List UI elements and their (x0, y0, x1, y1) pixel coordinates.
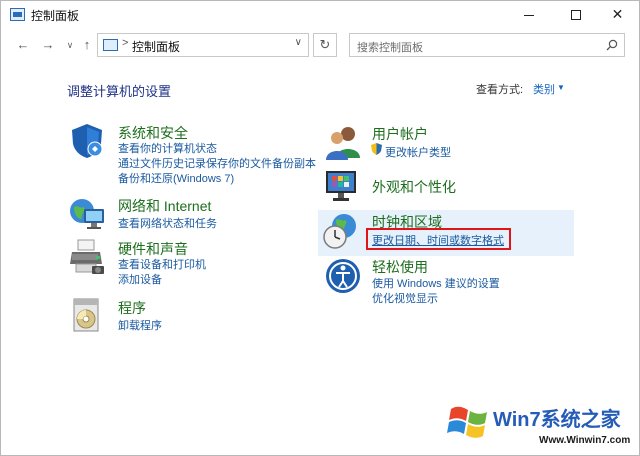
site-watermark: Win7系统之家 Www.Winwin7.com (447, 397, 637, 455)
up-button[interactable]: ↑ (78, 36, 96, 54)
control-panel-icon (103, 39, 118, 51)
breadcrumb-separator[interactable]: > (122, 37, 128, 49)
minimize-button[interactable] (506, 1, 551, 29)
control-panel-window: 控制面板 ✕ ← → ∨ ↑ > 控制面板 ∨ ↻ 搜索控制面板 调整计算机的设… (0, 0, 640, 456)
watermark-url: Www.Winwin7.com (539, 435, 631, 446)
category-system-security: 系统和安全 查看你的计算机状态 通过文件历史记录保存你的文件备份副本 备份和还原… (68, 122, 316, 192)
clock-globe-icon[interactable] (322, 212, 360, 250)
category-title-programs[interactable]: 程序 (118, 298, 146, 318)
uac-shield-icon (371, 143, 382, 155)
programs-disc-icon[interactable] (68, 297, 106, 335)
annotation-highlight-box (366, 228, 511, 250)
category-programs: 程序 卸载程序 (68, 297, 308, 337)
category-title-appearance[interactable]: 外观和个性化 (372, 177, 456, 197)
breadcrumb-control-panel[interactable]: 控制面板 (132, 38, 180, 55)
link-use-recommended-settings[interactable]: 使用 Windows 建议的设置 (372, 275, 500, 291)
category-appearance: 外观和个性化 (324, 167, 564, 207)
forward-button[interactable]: → (39, 36, 57, 54)
link-change-account-type[interactable]: 更改帐户类型 (385, 144, 451, 160)
search-box[interactable]: 搜索控制面板 (349, 33, 625, 57)
link-view-network-status[interactable]: 查看网络状态和任务 (118, 215, 217, 231)
category-ease-of-access: 轻松使用 使用 Windows 建议的设置 优化视觉显示 (324, 257, 564, 307)
view-by-caret-icon[interactable]: ▼ (557, 83, 565, 92)
close-icon: ✕ (611, 6, 624, 22)
control-panel-icon (10, 8, 25, 21)
link-backup-restore[interactable]: 备份和还原(Windows 7) (118, 170, 234, 186)
search-icon[interactable] (606, 39, 618, 51)
security-shield-icon[interactable] (68, 122, 106, 160)
maximize-button[interactable] (553, 1, 598, 29)
watermark-brand: Win7系统之家 (493, 409, 621, 431)
appearance-monitor-icon[interactable] (324, 167, 362, 205)
view-by-label: 查看方式: (476, 84, 524, 96)
category-title-user-accounts[interactable]: 用户帐户 (372, 124, 428, 144)
ease-of-access-icon[interactable] (324, 257, 362, 295)
address-dropdown-button[interactable]: ∨ (295, 37, 302, 48)
minimize-icon (523, 14, 534, 16)
category-title-ease-of-access[interactable]: 轻松使用 (372, 257, 428, 277)
navigation-bar: ← → ∨ ↑ > 控制面板 ∨ ↻ 搜索控制面板 (1, 29, 639, 61)
link-add-device[interactable]: 添加设备 (118, 271, 162, 287)
recent-locations-button[interactable]: ∨ (61, 36, 79, 54)
category-user-accounts: 用户帐户 更改帐户类型 (324, 124, 564, 164)
window-title: 控制面板 (31, 9, 80, 23)
maximize-icon (570, 10, 581, 21)
address-bar[interactable]: > 控制面板 ∨ (97, 33, 309, 57)
printer-icon[interactable] (68, 238, 106, 276)
category-network-internet: 网络和 Internet 查看网络状态和任务 (68, 195, 308, 235)
category-hardware-sound: 硬件和声音 查看设备和打印机 添加设备 (68, 238, 308, 288)
close-button[interactable]: ✕ (595, 1, 640, 29)
link-view-computer-status[interactable]: 查看你的计算机状态 (118, 140, 217, 156)
page-heading: 调整计算机的设置 (67, 84, 172, 99)
view-by-dropdown[interactable]: 类别 (533, 81, 555, 97)
back-button[interactable]: ← (14, 36, 32, 54)
refresh-button[interactable]: ↻ (313, 33, 337, 57)
category-title-network-internet[interactable]: 网络和 Internet (118, 196, 211, 216)
windows-logo-icon (447, 406, 487, 438)
link-file-history-backup[interactable]: 通过文件历史记录保存你的文件备份副本 (118, 155, 316, 171)
user-accounts-icon[interactable] (324, 124, 362, 162)
title-bar: 控制面板 ✕ (1, 1, 639, 29)
network-globe-icon[interactable] (68, 195, 106, 233)
link-uninstall-program[interactable]: 卸载程序 (118, 317, 162, 333)
search-placeholder[interactable]: 搜索控制面板 (357, 39, 423, 55)
link-optimize-visual-display[interactable]: 优化视觉显示 (372, 290, 438, 306)
link-devices-printers[interactable]: 查看设备和打印机 (118, 256, 206, 272)
